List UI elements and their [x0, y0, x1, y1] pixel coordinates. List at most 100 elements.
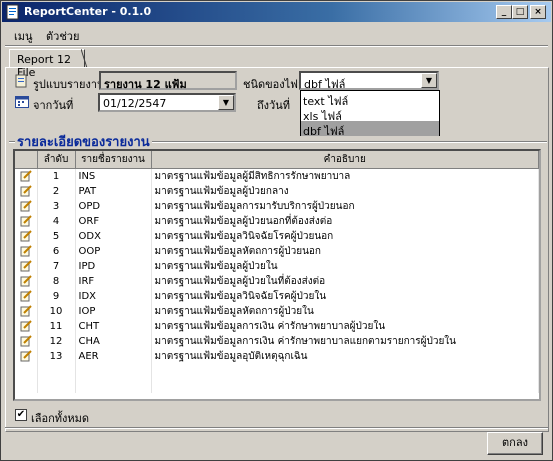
- table-row-empty: [15, 378, 539, 394]
- select-all-label: เลือกทั้งหมด: [31, 412, 90, 425]
- header-order: ลำดับ: [37, 151, 76, 169]
- header-report-name: รายชื่อรายงาน: [75, 151, 152, 169]
- report-format-label: รูปแบบรายงาน: [33, 78, 105, 91]
- edit-icon: [20, 274, 32, 286]
- report-table: ลำดับ รายชื่อรายงาน คำอธิบาย 1 INS มาตรฐาน…: [13, 149, 541, 401]
- row-order: 8: [37, 273, 76, 289]
- from-date-picker[interactable]: 01/12/2547 ▼: [98, 93, 236, 112]
- from-date-value: 01/12/2547: [103, 97, 167, 110]
- row-description: มาตรฐานแฟ้มข้อมูลผู้ป่วยใน: [151, 258, 539, 274]
- edit-icon: [20, 184, 32, 196]
- minimize-button[interactable]: _: [496, 5, 512, 19]
- row-report-name: CHT: [75, 318, 152, 334]
- row-edit-cell[interactable]: [15, 333, 38, 349]
- menu-separator: [5, 45, 548, 47]
- row-edit-cell[interactable]: [15, 348, 38, 364]
- row-order: 3: [37, 198, 76, 214]
- report-format-field: รายงาน 12 แฟ้ม: [99, 71, 237, 91]
- edit-icon: [20, 334, 32, 346]
- file-type-dropdown-list: text ไฟล์ xls ไฟล์ dbf ไฟล์: [300, 90, 440, 138]
- row-edit-cell[interactable]: [15, 168, 38, 184]
- window-title: ReportCenter - 0.1.0: [24, 5, 152, 18]
- table-row[interactable]: 10 IOP มาตรฐานแฟ้มข้อมูลหัตถการผู้ป่วยใน: [15, 303, 539, 319]
- file-type-select[interactable]: dbf ไฟล์ ▼: [299, 71, 439, 91]
- row-edit-cell[interactable]: [15, 273, 38, 289]
- menu-item-help[interactable]: ตัวช่วย: [46, 27, 79, 45]
- row-order: 2: [37, 183, 76, 199]
- row-order: 6: [37, 243, 76, 259]
- row-edit-cell[interactable]: [15, 213, 38, 229]
- row-edit-cell[interactable]: [15, 288, 38, 304]
- bottom-separator: [5, 427, 548, 429]
- table-row[interactable]: 13 AER มาตรฐานแฟ้มข้อมูลอุบัติเหตุฉุกเฉิน: [15, 348, 539, 364]
- row-edit-cell[interactable]: [15, 318, 38, 334]
- row-report-name: AER: [75, 348, 152, 364]
- table-row[interactable]: 8 IRF มาตรฐานแฟ้มข้อมูลผู้ป่วยในที่ต้องส่ง…: [15, 273, 539, 289]
- row-order: 7: [37, 258, 76, 274]
- edit-icon: [20, 214, 32, 226]
- row-description: มาตรฐานแฟ้มข้อมูลการเงิน ค่ารักษาพยาบาลแ…: [151, 333, 539, 349]
- row-report-name: IOP: [75, 303, 152, 319]
- option-dbf-file[interactable]: dbf ไฟล์: [301, 121, 439, 138]
- table-row[interactable]: 2 PAT มาตรฐานแฟ้มข้อมูลผู้ป่วยกลาง: [15, 183, 539, 199]
- chevron-down-icon[interactable]: ▼: [421, 73, 437, 88]
- table-row[interactable]: 3 OPD มาตรฐานแฟ้มข้อมูลการมารับบริการผู้ป่…: [15, 198, 539, 214]
- row-order: 9: [37, 288, 76, 304]
- row-order: 5: [37, 228, 76, 244]
- row-report-name: CHA: [75, 333, 152, 349]
- row-order: 4: [37, 213, 76, 229]
- header-description: คำอธิบาย: [151, 151, 539, 169]
- row-order: 12: [37, 333, 76, 349]
- row-order: 10: [37, 303, 76, 319]
- edit-icon: [20, 229, 32, 241]
- row-description: มาตรฐานแฟ้มข้อมูลการเงิน ค่ารักษาพยาบาลผ…: [151, 318, 539, 334]
- row-report-name: IDX: [75, 288, 152, 304]
- tab-edge: [81, 49, 88, 68]
- table-row[interactable]: 12 CHA มาตรฐานแฟ้มข้อมูลการเงิน ค่ารักษาพย…: [15, 333, 539, 349]
- report-center-window: ReportCenter - 0.1.0 _ □ × เมนู ตัวช่วย …: [0, 0, 553, 461]
- row-edit-cell[interactable]: [15, 183, 38, 199]
- row-description: มาตรฐานแฟ้มข้อมูลอุบัติเหตุฉุกเฉิน: [151, 348, 539, 364]
- table-row[interactable]: 11 CHT มาตรฐานแฟ้มข้อมูลการเงิน ค่ารักษาพย…: [15, 318, 539, 334]
- table-row[interactable]: 6 OOP มาตรฐานแฟ้มข้อมูลหัตถการผู้ป่วยนอก: [15, 243, 539, 259]
- table-row-empty: [15, 363, 539, 379]
- row-report-name: OPD: [75, 198, 152, 214]
- row-description: มาตรฐานแฟ้มข้อมูลผู้ป่วยกลาง: [151, 183, 539, 199]
- table-row[interactable]: 7 IPD มาตรฐานแฟ้มข้อมูลผู้ป่วยใน: [15, 258, 539, 274]
- report-format-icon: [15, 74, 27, 88]
- menu-item-main[interactable]: เมนู: [14, 27, 33, 45]
- edit-icon: [20, 259, 32, 271]
- header-icon-column: [15, 151, 38, 169]
- chevron-down-icon[interactable]: ▼: [218, 95, 234, 110]
- close-button[interactable]: ×: [530, 5, 546, 19]
- table-row[interactable]: 9 IDX มาตรฐานแฟ้มข้อมูลวินิจฉัยโรคผู้ป่วยใ…: [15, 288, 539, 304]
- row-description: มาตรฐานแฟ้มข้อมูลการมารับบริการผู้ป่วยนอ…: [151, 198, 539, 214]
- row-edit-cell[interactable]: [15, 198, 38, 214]
- edit-icon: [20, 289, 32, 301]
- row-edit-cell[interactable]: [15, 243, 38, 259]
- row-edit-cell[interactable]: [15, 228, 38, 244]
- select-all-checkbox[interactable]: ✔: [15, 409, 27, 421]
- ok-button[interactable]: ตกลง: [487, 432, 543, 455]
- row-report-name: ODX: [75, 228, 152, 244]
- file-type-label: ชนิดของไฟล์: [243, 78, 305, 91]
- to-date-label: ถึงวันที่: [257, 99, 290, 112]
- row-edit-cell[interactable]: [15, 258, 38, 274]
- row-edit-cell[interactable]: [15, 303, 38, 319]
- tab-report-12-file[interactable]: Report 12 File: [9, 49, 85, 79]
- row-description: มาตรฐานแฟ้มข้อมูลหัตถการผู้ป่วยนอก: [151, 243, 539, 259]
- row-report-name: PAT: [75, 183, 152, 199]
- row-order: 13: [37, 348, 76, 364]
- maximize-button[interactable]: □: [512, 5, 528, 19]
- calendar-icon: [15, 96, 29, 108]
- edit-icon: [20, 349, 32, 361]
- table-row[interactable]: 5 ODX มาตรฐานแฟ้มข้อมูลวินิจฉัยโรคผู้ป่วยน…: [15, 228, 539, 244]
- row-description: มาตรฐานแฟ้มข้อมูลวินิจฉัยโรคผู้ป่วยใน: [151, 288, 539, 304]
- table-row[interactable]: 4 ORF มาตรฐานแฟ้มข้อมูลผู้ป่วยนอกที่ต้องส่…: [15, 213, 539, 229]
- menu-bar: เมนู ตัวช่วย: [2, 23, 551, 43]
- table-row[interactable]: 1 INS มาตรฐานแฟ้มข้อมูลผู้มีสิทธิการรักษาพ…: [15, 168, 539, 184]
- option-text-file[interactable]: text ไฟล์: [301, 91, 439, 108]
- option-xls-file[interactable]: xls ไฟล์: [301, 106, 439, 123]
- from-date-label: จากวันที่: [33, 99, 74, 112]
- row-report-name: INS: [75, 168, 152, 184]
